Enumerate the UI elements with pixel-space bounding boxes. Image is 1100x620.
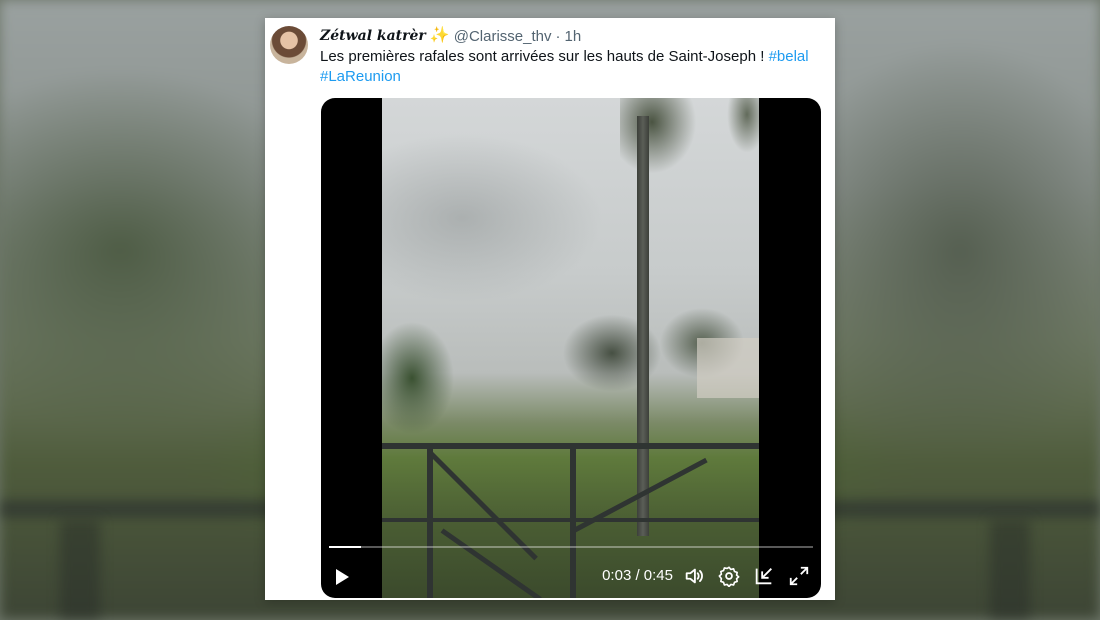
hashtag-belal[interactable]: #belal bbox=[769, 48, 809, 65]
video-time-display: 0:03 / 0:45 bbox=[602, 567, 673, 584]
video-progress-fill bbox=[329, 546, 362, 548]
video-railing-brace bbox=[428, 450, 538, 561]
volume-icon[interactable] bbox=[683, 565, 705, 587]
settings-icon[interactable] bbox=[718, 565, 740, 587]
video-frame[interactable] bbox=[382, 98, 759, 598]
video-bush bbox=[382, 298, 492, 458]
hashtag-lareunion[interactable]: #LaReunion bbox=[320, 68, 401, 85]
avatar[interactable] bbox=[270, 26, 308, 64]
separator: · bbox=[555, 27, 561, 45]
video-progress-bar[interactable] bbox=[329, 546, 813, 548]
tweet-body: Les premières rafales sont arrivées sur … bbox=[320, 48, 769, 65]
tweet-card: Zétwal katrèr ✨ @Clarisse_thv · 1h Les p… bbox=[265, 18, 835, 600]
blurred-background-post bbox=[990, 520, 1030, 620]
user-handle[interactable]: @Clarisse_thv bbox=[454, 28, 552, 45]
tweet-timestamp[interactable]: 1h bbox=[565, 28, 582, 45]
video-palm-crown bbox=[620, 98, 700, 178]
video-controls: 0:03 / 0:45 bbox=[321, 564, 821, 590]
play-icon[interactable] bbox=[336, 569, 349, 585]
display-name[interactable]: Zétwal katrèr bbox=[320, 28, 426, 44]
tweet-text: Les premières rafales sont arrivées sur … bbox=[320, 47, 820, 87]
tweet-header: Zétwal katrèr ✨ @Clarisse_thv · 1h bbox=[320, 26, 581, 46]
blurred-background-post bbox=[60, 520, 100, 620]
sparkle-icon: ✨ bbox=[429, 27, 450, 44]
video-palm-trunk bbox=[637, 116, 649, 536]
fullscreen-icon[interactable] bbox=[788, 565, 810, 587]
video-player[interactable]: 0:03 / 0:45 bbox=[321, 98, 821, 598]
exit-fullscreen-icon[interactable] bbox=[753, 565, 775, 587]
video-palm-crown bbox=[727, 98, 759, 153]
video-building bbox=[697, 338, 759, 398]
